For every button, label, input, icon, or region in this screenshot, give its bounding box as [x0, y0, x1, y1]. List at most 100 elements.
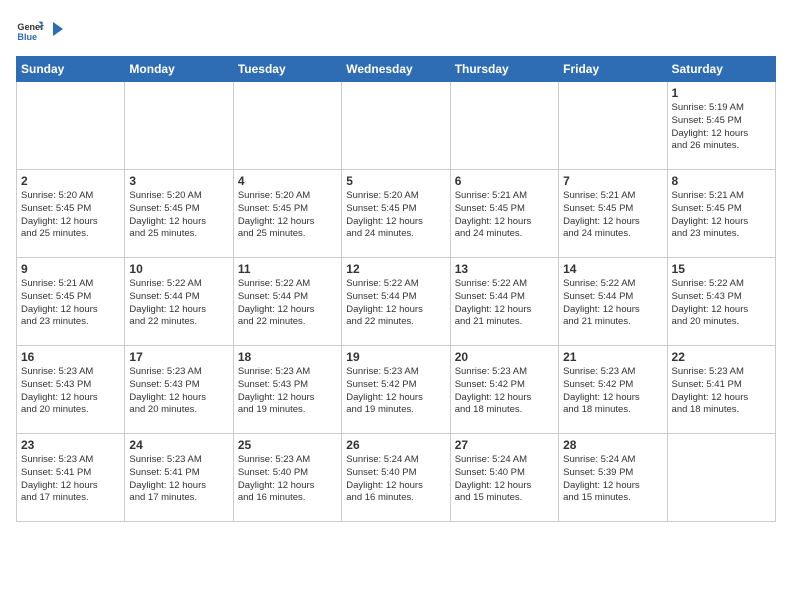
- day-cell: 17 Sunrise: 5:23 AM Sunset: 5:43 PM Dayli…: [125, 346, 233, 434]
- day-cell: 14 Sunrise: 5:22 AM Sunset: 5:44 PM Dayli…: [559, 258, 667, 346]
- calendar-table: SundayMondayTuesdayWednesdayThursdayFrid…: [16, 56, 776, 522]
- day-info: Sunrise: 5:21 AM Sunset: 5:45 PM Dayligh…: [455, 190, 554, 241]
- logo: General Blue: [16, 16, 67, 44]
- day-cell: 10Sunrise: 5:22 AM Sunset: 5:44 PM Dayli…: [125, 258, 233, 346]
- page-header: General Blue: [16, 16, 776, 44]
- day-cell: 22 Sunrise: 5:23 AM Sunset: 5:41 PM Dayli…: [667, 346, 775, 434]
- day-number: 28: [563, 438, 662, 452]
- day-number: 11: [238, 262, 337, 276]
- logo-icon: General Blue: [16, 16, 44, 44]
- day-cell: 20 Sunrise: 5:23 AM Sunset: 5:42 PM Dayli…: [450, 346, 558, 434]
- day-info: Sunrise: 5:23 AM Sunset: 5:42 PM Dayligh…: [346, 366, 445, 417]
- day-number: 26: [346, 438, 445, 452]
- header-friday: Friday: [559, 57, 667, 82]
- day-number: 12: [346, 262, 445, 276]
- day-number: 21: [563, 350, 662, 364]
- day-number: 24: [129, 438, 228, 452]
- logo-arrow-icon: [49, 20, 67, 38]
- day-number: 13: [455, 262, 554, 276]
- day-info: Sunrise: 5:23 AM Sunset: 5:41 PM Dayligh…: [129, 454, 228, 505]
- day-cell: 15Sunrise: 5:22 AM Sunset: 5:43 PM Dayli…: [667, 258, 775, 346]
- day-number: 15: [672, 262, 771, 276]
- day-number: 6: [455, 174, 554, 188]
- day-number: 8: [672, 174, 771, 188]
- header-monday: Monday: [125, 57, 233, 82]
- day-cell: 7 Sunrise: 5:21 AM Sunset: 5:45 PM Daylig…: [559, 170, 667, 258]
- day-cell: 13 Sunrise: 5:22 AM Sunset: 5:44 PM Dayli…: [450, 258, 558, 346]
- day-number: 16: [21, 350, 120, 364]
- day-info: Sunrise: 5:22 AM Sunset: 5:44 PM Dayligh…: [346, 278, 445, 329]
- day-info: Sunrise: 5:22 AM Sunset: 5:44 PM Dayligh…: [455, 278, 554, 329]
- day-info: Sunrise: 5:23 AM Sunset: 5:43 PM Dayligh…: [129, 366, 228, 417]
- day-cell: 6 Sunrise: 5:21 AM Sunset: 5:45 PM Daylig…: [450, 170, 558, 258]
- header-wednesday: Wednesday: [342, 57, 450, 82]
- day-number: 22: [672, 350, 771, 364]
- svg-text:Blue: Blue: [17, 32, 37, 42]
- day-cell: [17, 82, 125, 170]
- day-info: Sunrise: 5:19 AM Sunset: 5:45 PM Dayligh…: [672, 102, 771, 153]
- day-info: Sunrise: 5:20 AM Sunset: 5:45 PM Dayligh…: [21, 190, 120, 241]
- day-info: Sunrise: 5:21 AM Sunset: 5:45 PM Dayligh…: [563, 190, 662, 241]
- day-cell: 2Sunrise: 5:20 AM Sunset: 5:45 PM Daylig…: [17, 170, 125, 258]
- day-cell: 28 Sunrise: 5:24 AM Sunset: 5:39 PM Dayli…: [559, 434, 667, 522]
- day-cell: [233, 82, 341, 170]
- day-number: 3: [129, 174, 228, 188]
- day-cell: 4Sunrise: 5:20 AM Sunset: 5:45 PM Daylig…: [233, 170, 341, 258]
- day-number: 27: [455, 438, 554, 452]
- day-info: Sunrise: 5:23 AM Sunset: 5:43 PM Dayligh…: [21, 366, 120, 417]
- header-saturday: Saturday: [667, 57, 775, 82]
- day-info: Sunrise: 5:20 AM Sunset: 5:45 PM Dayligh…: [346, 190, 445, 241]
- day-cell: 26Sunrise: 5:24 AM Sunset: 5:40 PM Dayli…: [342, 434, 450, 522]
- day-number: 20: [455, 350, 554, 364]
- day-info: Sunrise: 5:23 AM Sunset: 5:42 PM Dayligh…: [455, 366, 554, 417]
- day-cell: 25 Sunrise: 5:23 AM Sunset: 5:40 PM Dayli…: [233, 434, 341, 522]
- day-number: 18: [238, 350, 337, 364]
- week-row-2: 2Sunrise: 5:20 AM Sunset: 5:45 PM Daylig…: [17, 170, 776, 258]
- day-cell: 23 Sunrise: 5:23 AM Sunset: 5:41 PM Dayli…: [17, 434, 125, 522]
- header-sunday: Sunday: [17, 57, 125, 82]
- day-number: 4: [238, 174, 337, 188]
- day-cell: [342, 82, 450, 170]
- day-cell: 5 Sunrise: 5:20 AM Sunset: 5:45 PM Daylig…: [342, 170, 450, 258]
- day-cell: [450, 82, 558, 170]
- day-info: Sunrise: 5:21 AM Sunset: 5:45 PM Dayligh…: [672, 190, 771, 241]
- week-row-1: 1Sunrise: 5:19 AM Sunset: 5:45 PM Daylig…: [17, 82, 776, 170]
- day-number: 7: [563, 174, 662, 188]
- week-row-3: 9 Sunrise: 5:21 AM Sunset: 5:45 PM Daylig…: [17, 258, 776, 346]
- header-tuesday: Tuesday: [233, 57, 341, 82]
- day-cell: 18 Sunrise: 5:23 AM Sunset: 5:43 PM Dayli…: [233, 346, 341, 434]
- day-info: Sunrise: 5:24 AM Sunset: 5:39 PM Dayligh…: [563, 454, 662, 505]
- day-number: 23: [21, 438, 120, 452]
- day-number: 25: [238, 438, 337, 452]
- day-info: Sunrise: 5:23 AM Sunset: 5:41 PM Dayligh…: [672, 366, 771, 417]
- day-cell: 1Sunrise: 5:19 AM Sunset: 5:45 PM Daylig…: [667, 82, 775, 170]
- day-number: 5: [346, 174, 445, 188]
- day-number: 17: [129, 350, 228, 364]
- day-info: Sunrise: 5:23 AM Sunset: 5:43 PM Dayligh…: [238, 366, 337, 417]
- day-cell: [559, 82, 667, 170]
- header-thursday: Thursday: [450, 57, 558, 82]
- day-cell: [125, 82, 233, 170]
- day-info: Sunrise: 5:22 AM Sunset: 5:44 PM Dayligh…: [563, 278, 662, 329]
- day-cell: 9 Sunrise: 5:21 AM Sunset: 5:45 PM Daylig…: [17, 258, 125, 346]
- day-info: Sunrise: 5:23 AM Sunset: 5:41 PM Dayligh…: [21, 454, 120, 505]
- day-cell: 27 Sunrise: 5:24 AM Sunset: 5:40 PM Dayli…: [450, 434, 558, 522]
- day-number: 9: [21, 262, 120, 276]
- day-cell: 19 Sunrise: 5:23 AM Sunset: 5:42 PM Dayli…: [342, 346, 450, 434]
- day-cell: [667, 434, 775, 522]
- week-row-5: 23 Sunrise: 5:23 AM Sunset: 5:41 PM Dayli…: [17, 434, 776, 522]
- day-cell: 11 Sunrise: 5:22 AM Sunset: 5:44 PM Dayli…: [233, 258, 341, 346]
- day-cell: 24 Sunrise: 5:23 AM Sunset: 5:41 PM Dayli…: [125, 434, 233, 522]
- day-info: Sunrise: 5:24 AM Sunset: 5:40 PM Dayligh…: [455, 454, 554, 505]
- day-info: Sunrise: 5:22 AM Sunset: 5:44 PM Dayligh…: [238, 278, 337, 329]
- day-info: Sunrise: 5:21 AM Sunset: 5:45 PM Dayligh…: [21, 278, 120, 329]
- day-cell: 12 Sunrise: 5:22 AM Sunset: 5:44 PM Dayli…: [342, 258, 450, 346]
- day-number: 19: [346, 350, 445, 364]
- day-number: 14: [563, 262, 662, 276]
- day-info: Sunrise: 5:20 AM Sunset: 5:45 PM Dayligh…: [129, 190, 228, 241]
- day-info: Sunrise: 5:23 AM Sunset: 5:40 PM Dayligh…: [238, 454, 337, 505]
- week-row-4: 16 Sunrise: 5:23 AM Sunset: 5:43 PM Dayli…: [17, 346, 776, 434]
- day-cell: 21Sunrise: 5:23 AM Sunset: 5:42 PM Dayli…: [559, 346, 667, 434]
- header-row: SundayMondayTuesdayWednesdayThursdayFrid…: [17, 57, 776, 82]
- day-cell: 3 Sunrise: 5:20 AM Sunset: 5:45 PM Daylig…: [125, 170, 233, 258]
